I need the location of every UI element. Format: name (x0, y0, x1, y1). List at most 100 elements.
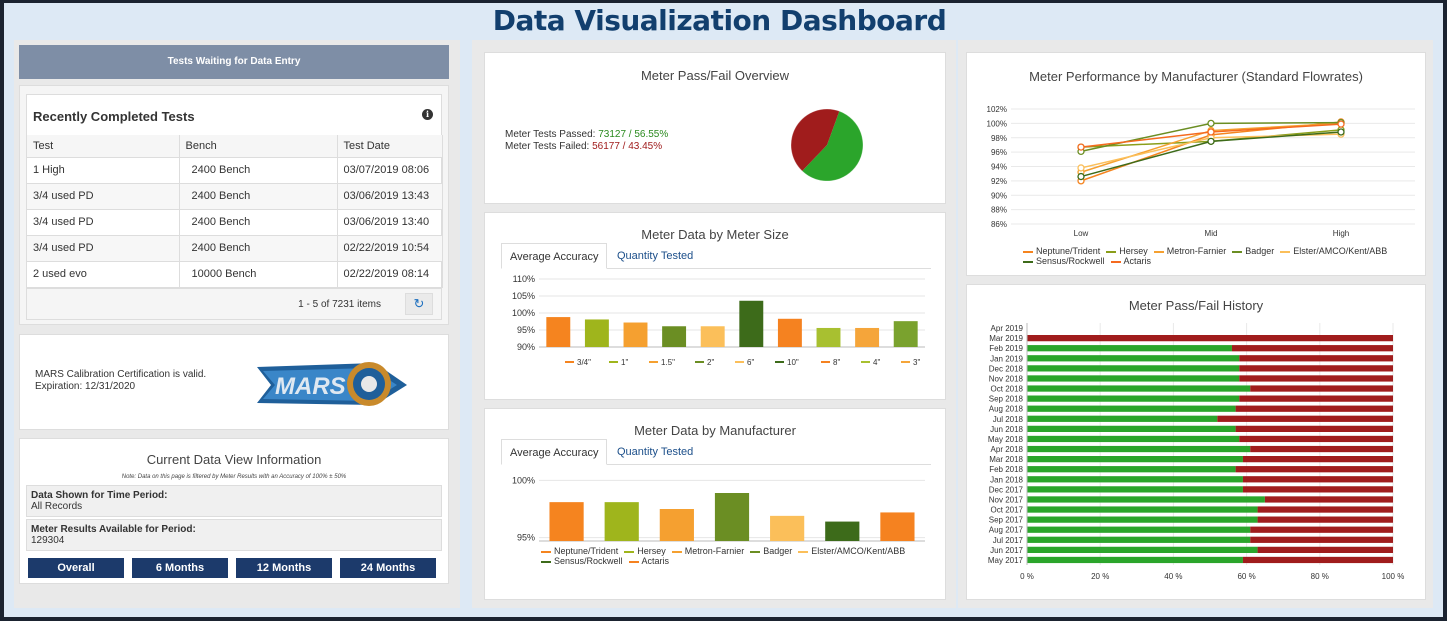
bar[interactable] (825, 521, 860, 541)
series-point[interactable] (1077, 143, 1085, 151)
bar-fail[interactable] (1239, 435, 1393, 443)
series-point[interactable] (1337, 128, 1345, 136)
bar-fail[interactable] (1239, 365, 1393, 372)
bar-fail[interactable] (1242, 486, 1393, 493)
tab-average-accuracy-mfr[interactable]: Average Accuracy (501, 439, 608, 465)
bar-pass[interactable] (1027, 466, 1236, 473)
period-box: Data Shown for Time Period: All Records (26, 485, 442, 517)
bar-fail[interactable] (1027, 334, 1393, 342)
bar-fail[interactable] (1239, 355, 1393, 362)
bar-fail[interactable] (1235, 425, 1393, 433)
bar-pass[interactable] (1027, 415, 1218, 422)
bar-pass[interactable] (1027, 516, 1258, 523)
bar-pass[interactable] (1027, 445, 1251, 453)
bar-pass[interactable] (1027, 375, 1240, 382)
series-point[interactable] (1077, 164, 1085, 172)
overall-button[interactable]: Overall (28, 558, 124, 578)
bar[interactable] (739, 300, 764, 347)
bar-pass[interactable] (1027, 455, 1243, 463)
bar[interactable] (816, 327, 841, 347)
bar[interactable] (893, 321, 918, 347)
legend-swatch (1280, 250, 1291, 253)
column-header-bench[interactable]: Bench (179, 135, 338, 158)
bar[interactable] (662, 326, 687, 347)
bar-fail[interactable] (1250, 445, 1393, 453)
table-row[interactable]: 3/4 used PD 2400 Bench 03/06/2019 13:40 (27, 209, 443, 236)
legend-label: 8" (833, 358, 840, 367)
bar[interactable] (777, 318, 802, 347)
bar-fail[interactable] (1235, 466, 1393, 473)
y-tick-label: 90% (517, 342, 535, 352)
series-point[interactable] (1207, 128, 1215, 136)
bar-pass[interactable] (1027, 526, 1251, 533)
six-months-button[interactable]: 6 Months (132, 558, 228, 578)
bar-pass[interactable] (1027, 395, 1240, 402)
bar-fail[interactable] (1217, 415, 1393, 422)
bar[interactable] (855, 327, 880, 347)
bar-pass[interactable] (1027, 486, 1243, 493)
available-label: Meter Results Available for Period: (31, 524, 196, 535)
bar-fail[interactable] (1242, 476, 1393, 483)
bar-fail[interactable] (1250, 385, 1393, 392)
bar[interactable] (770, 515, 805, 541)
bar-fail[interactable] (1239, 375, 1393, 382)
bar-pass[interactable] (1027, 435, 1240, 443)
table-row[interactable]: 3/4 used PD 2400 Bench 03/06/2019 13:43 (27, 183, 443, 210)
bar-pass[interactable] (1027, 385, 1251, 392)
info-circle-icon[interactable]: i (422, 109, 433, 120)
column-header-test[interactable]: Test (27, 135, 180, 158)
bar-pass[interactable] (1027, 365, 1240, 372)
legend-swatch (1153, 250, 1164, 253)
bar[interactable] (584, 319, 609, 347)
series-point[interactable] (1337, 120, 1345, 128)
bar[interactable] (700, 326, 725, 347)
bar-pass[interactable] (1027, 506, 1258, 513)
tests-waiting-header[interactable]: Tests Waiting for Data Entry (19, 45, 449, 79)
tab-average-accuracy[interactable]: Average Accuracy (501, 243, 608, 269)
bar-pass[interactable] (1027, 556, 1243, 564)
bar-fail[interactable] (1239, 395, 1393, 402)
bar-fail[interactable] (1250, 536, 1393, 543)
bar-fail[interactable] (1264, 496, 1393, 503)
bar-pass[interactable] (1027, 345, 1232, 352)
bar-pass[interactable] (1027, 476, 1243, 483)
bar[interactable] (880, 512, 915, 541)
bar[interactable] (659, 509, 694, 541)
bar-fail[interactable] (1242, 556, 1393, 564)
legend-label: 1.5" (661, 358, 675, 367)
bar-fail[interactable] (1250, 526, 1393, 533)
table-row[interactable]: 1 High 2400 Bench 03/07/2019 08:06 (27, 157, 443, 184)
refresh-icon[interactable]: ↻ (405, 293, 433, 315)
bar[interactable] (546, 317, 571, 347)
series-point[interactable] (1207, 119, 1215, 128)
bar[interactable] (714, 493, 750, 541)
bar-pass[interactable] (1027, 496, 1265, 503)
bar-pass[interactable] (1027, 425, 1236, 433)
bar-fail[interactable] (1231, 345, 1393, 352)
y-tick-label: 90% (991, 191, 1007, 200)
mars-line-1: MARS Calibration Certification is valid. (35, 369, 207, 380)
bar[interactable] (604, 502, 639, 541)
bar-pass[interactable] (1027, 546, 1258, 554)
bar-pass[interactable] (1027, 405, 1236, 412)
bar[interactable] (623, 322, 648, 347)
tab-quantity-tested[interactable]: Quantity Tested (609, 243, 701, 269)
bar-pass[interactable] (1027, 536, 1251, 543)
y-tick-label: Jul 2017 (993, 536, 1024, 545)
twelve-months-button[interactable]: 12 Months (236, 558, 332, 578)
series-point[interactable] (1077, 172, 1085, 181)
bar-pass[interactable] (1027, 355, 1240, 362)
bar-fail[interactable] (1257, 546, 1393, 554)
column-header-date[interactable]: Test Date (337, 135, 443, 158)
table-row[interactable]: 3/4 used PD 2400 Bench 02/22/2019 10:54 (27, 235, 443, 262)
bar[interactable] (549, 502, 584, 541)
tab-quantity-tested-mfr[interactable]: Quantity Tested (609, 439, 701, 465)
series-point[interactable] (1207, 137, 1215, 145)
pass-fail-pie (790, 108, 864, 182)
twenty-four-months-button[interactable]: 24 Months (340, 558, 436, 578)
bar-fail[interactable] (1257, 506, 1393, 513)
bar-fail[interactable] (1257, 516, 1393, 523)
table-row[interactable]: 2 used evo 10000 Bench 02/22/2019 08:14 (27, 261, 443, 288)
bar-fail[interactable] (1242, 455, 1393, 463)
bar-fail[interactable] (1235, 405, 1393, 412)
